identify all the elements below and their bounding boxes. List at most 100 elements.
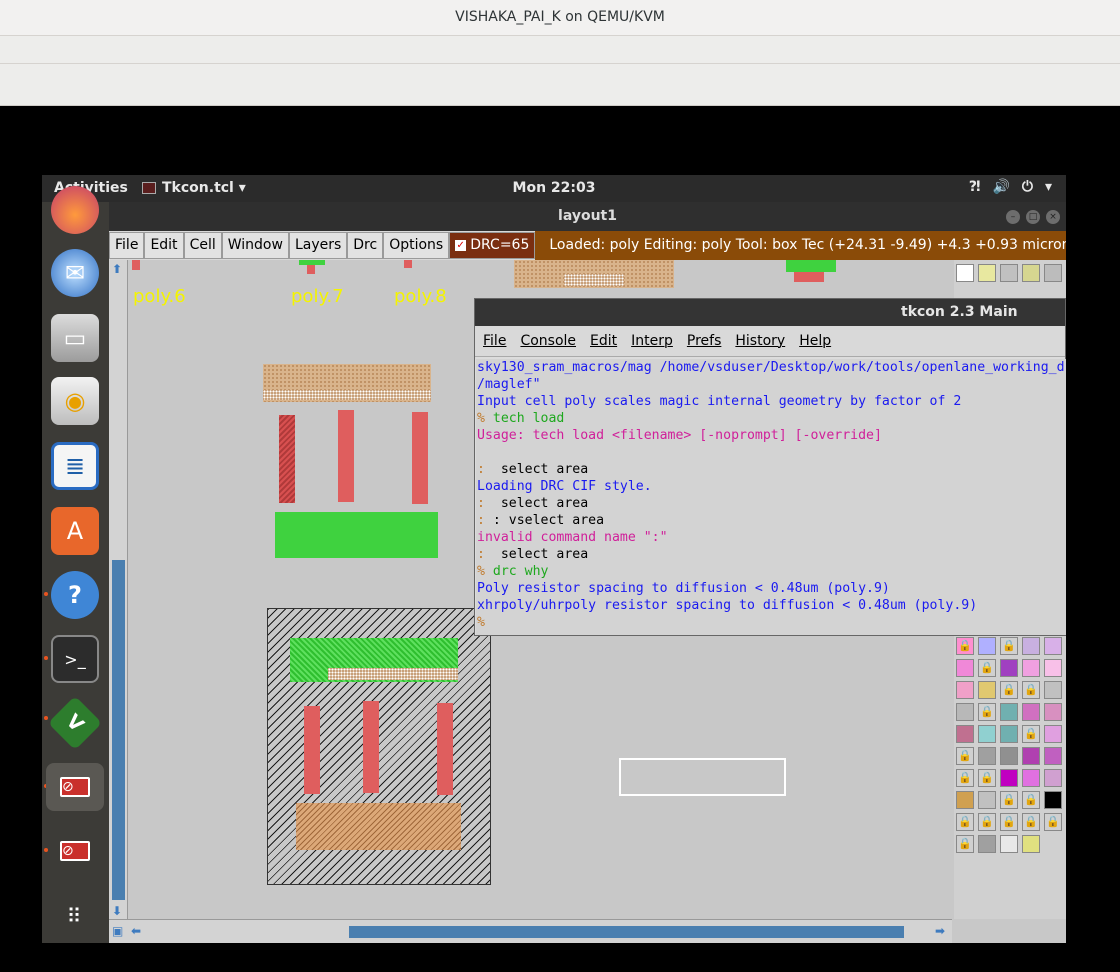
layer-swatch[interactable]	[1022, 637, 1040, 655]
layer-swatch[interactable]	[1044, 769, 1062, 787]
lock-icon[interactable]: 🔒	[978, 659, 996, 677]
clock[interactable]: Mon 22:03	[42, 180, 1066, 196]
accessibility-icon[interactable]: ⁈	[969, 179, 981, 195]
lock-icon[interactable]: 🔒	[1000, 813, 1018, 831]
layer-swatch[interactable]	[1000, 725, 1018, 743]
layer-swatch[interactable]	[1022, 835, 1040, 853]
lock-icon[interactable]: 🔒	[1022, 791, 1040, 809]
box-tool-selection[interactable]	[619, 758, 786, 796]
layer-swatch[interactable]	[1044, 681, 1062, 699]
layer-swatch[interactable]	[1044, 264, 1062, 282]
scroll-right-icon[interactable]: ➡	[935, 924, 945, 938]
tk-menu-help[interactable]: Help	[799, 333, 831, 349]
layer-swatch[interactable]	[1022, 264, 1040, 282]
menu-cell[interactable]: Cell	[183, 232, 222, 259]
layer-swatch[interactable]	[978, 791, 996, 809]
layer-swatch[interactable]	[978, 725, 996, 743]
vim-icon[interactable]: V	[47, 695, 103, 751]
vertical-scrollbar[interactable]: ⬆ ⬇	[109, 260, 128, 919]
scroll-up-icon[interactable]: ⬆	[112, 262, 122, 276]
menu-layers[interactable]: Layers	[288, 232, 348, 259]
layer-swatch[interactable]	[1000, 703, 1018, 721]
drc-toggle-button[interactable]: ✓ DRC=65	[449, 232, 536, 259]
system-tray[interactable]: ⁈ 🔊 ⏻ ▾	[969, 179, 1052, 195]
lock-icon[interactable]: 🔒	[956, 835, 974, 853]
tkcon-console-output[interactable]: sky130_sram_macros/mag /home/vsduser/Des…	[476, 359, 1066, 635]
layer-swatch[interactable]	[978, 747, 996, 765]
lock-icon[interactable]: 🔒	[1000, 791, 1018, 809]
layer-swatch[interactable]	[978, 835, 996, 853]
layer-swatch[interactable]	[956, 725, 974, 743]
layer-swatch[interactable]	[1000, 747, 1018, 765]
volume-icon[interactable]: 🔊	[992, 179, 1009, 195]
chevron-down-icon[interactable]: ▾	[1045, 179, 1052, 195]
menu-window[interactable]: Window	[221, 232, 289, 259]
close-button[interactable]: ×	[1046, 210, 1060, 224]
tk-menu-prefs[interactable]: Prefs	[687, 333, 721, 349]
lock-icon[interactable]: 🔒	[956, 637, 974, 655]
power-icon[interactable]: ⏻	[1022, 179, 1033, 195]
lock-icon[interactable]: 🔒	[956, 813, 974, 831]
layer-swatch[interactable]	[1000, 659, 1018, 677]
vertical-scroll-thumb[interactable]	[112, 560, 125, 900]
minimize-button[interactable]: –	[1006, 210, 1020, 224]
lock-icon[interactable]: 🔒	[1022, 725, 1040, 743]
writer-icon[interactable]: ≣	[51, 442, 99, 490]
layer-swatch[interactable]	[1022, 659, 1040, 677]
layer-swatch[interactable]	[1044, 637, 1062, 655]
files-icon[interactable]: ▭	[51, 314, 99, 362]
lock-icon[interactable]: 🔒	[1022, 681, 1040, 699]
menu-drc[interactable]: Drc	[347, 232, 384, 259]
help-icon[interactable]: ?	[51, 571, 99, 619]
scroll-down-icon[interactable]: ⬇	[112, 904, 122, 918]
layer-swatch[interactable]	[978, 264, 996, 282]
layer-swatch[interactable]	[1000, 769, 1018, 787]
layer-swatch[interactable]	[1044, 725, 1062, 743]
layer-swatch[interactable]	[1044, 659, 1062, 677]
tk-menu-console[interactable]: Console	[520, 333, 576, 349]
layer-swatch[interactable]	[956, 791, 974, 809]
firefox-icon[interactable]	[51, 186, 99, 234]
lock-icon[interactable]: 🔒	[1000, 637, 1018, 655]
lock-icon[interactable]: 🔒	[1022, 813, 1040, 831]
lock-icon[interactable]: 🔒	[978, 703, 996, 721]
maximize-button[interactable]: □	[1026, 210, 1040, 224]
scroll-left-icon[interactable]: ⬅	[131, 924, 141, 938]
layer-swatch[interactable]	[1000, 835, 1018, 853]
menu-options[interactable]: Options	[383, 232, 450, 259]
tk-menu-history[interactable]: History	[735, 333, 785, 349]
layer-swatch[interactable]	[956, 681, 974, 699]
layer-swatch[interactable]	[978, 637, 996, 655]
layer-swatch[interactable]	[1022, 703, 1040, 721]
zoom-box-icon[interactable]: ▣	[112, 924, 123, 938]
layer-swatch[interactable]	[956, 703, 974, 721]
lock-icon[interactable]: 🔒	[956, 769, 974, 787]
menu-file[interactable]: File	[109, 232, 145, 259]
tk-menu-interp[interactable]: Interp	[631, 333, 673, 349]
horizontal-scroll-thumb[interactable]	[349, 926, 904, 938]
lock-icon[interactable]: 🔒	[1000, 681, 1018, 699]
horizontal-scrollbar[interactable]: ▣ ⬅ ➡	[109, 919, 952, 943]
lock-icon[interactable]: 🔒	[978, 769, 996, 787]
layer-swatch[interactable]	[956, 264, 974, 282]
no-entry-icon[interactable]: ⊘	[51, 827, 99, 875]
layer-swatch[interactable]	[956, 659, 974, 677]
terminal-icon[interactable]: >_	[51, 635, 99, 683]
layer-swatch[interactable]	[978, 681, 996, 699]
menu-edit[interactable]: Edit	[144, 232, 184, 259]
layer-swatch[interactable]	[1000, 264, 1018, 282]
layer-swatch[interactable]	[1022, 747, 1040, 765]
tk-menu-edit[interactable]: Edit	[590, 333, 617, 349]
app-grid-icon[interactable]: ⠿	[51, 892, 99, 940]
no-entry-icon[interactable]: ⊘	[46, 763, 104, 811]
tk-menu-file[interactable]: File	[483, 333, 506, 349]
layer-swatch[interactable]	[1044, 747, 1062, 765]
rhythmbox-icon[interactable]: ◉	[51, 377, 99, 425]
lock-icon[interactable]: 🔒	[1044, 813, 1062, 831]
thunderbird-icon[interactable]: ✉	[51, 249, 99, 297]
layer-swatch[interactable]	[1044, 791, 1062, 809]
lock-icon[interactable]: 🔒	[956, 747, 974, 765]
layer-swatch[interactable]	[1044, 703, 1062, 721]
layer-swatch[interactable]	[1022, 769, 1040, 787]
software-icon[interactable]: A	[51, 507, 99, 555]
